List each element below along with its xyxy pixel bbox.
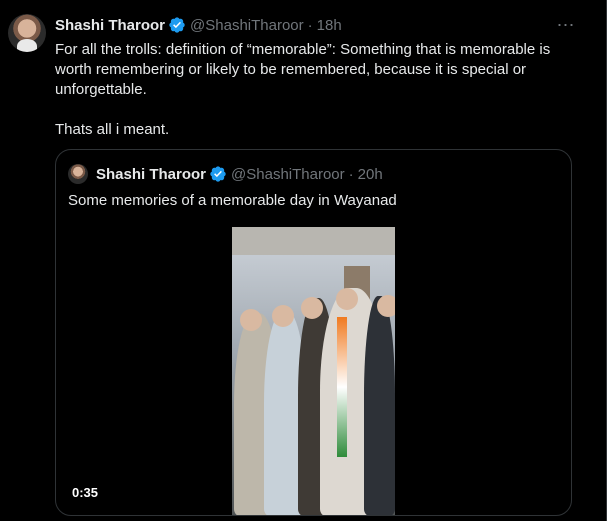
author-handle[interactable]: @ShashiTharoor [190,17,304,34]
video-tricolor-stole [337,317,347,457]
tweet-body: For all the trolls: definition of “memor… [55,40,575,140]
quoted-author-handle: @ShashiTharoor [231,165,345,183]
tweet-header: Shashi Tharoor @ShashiTharoor · 18h [55,16,342,34]
video-person-head [377,295,395,317]
quoted-tweet-text: Some memories of a memorable day in Waya… [68,192,397,209]
video-person-head [301,297,323,319]
quoted-tweet[interactable]: Shashi Tharoor @ShashiTharoor · 20h Some… [55,149,572,516]
tweet-card[interactable]: Shashi Tharoor @ShashiTharoor · 18h ⋯ Fo… [0,0,607,521]
author-avatar[interactable] [8,14,46,52]
video-person-head [336,288,358,310]
quoted-author-avatar [68,164,88,184]
verified-badge-icon [168,16,186,34]
video-person-head [240,309,262,331]
tweet-body-paragraph-2: Thats all i meant. [55,121,170,138]
more-icon[interactable]: ⋯ [555,15,577,35]
quoted-author-name: Shashi Tharoor [96,165,207,183]
video-duration-badge: 0:35 [68,484,103,501]
tweet-body-paragraph-1: For all the trolls: definition of “memor… [55,41,551,98]
quoted-tweet-time: 20h [357,165,383,183]
video-thumbnail[interactable] [232,227,395,515]
separator-dot: · [307,16,313,34]
video-roof [232,227,395,255]
verified-badge-icon [209,165,227,183]
quoted-tweet-header: Shashi Tharoor @ShashiTharoor · 20h [68,164,383,184]
video-person [364,296,395,515]
separator-dot: · [348,165,354,183]
author-name[interactable]: Shashi Tharoor [55,17,165,34]
video-person-head [272,305,294,327]
tweet-time[interactable]: 18h [317,17,342,34]
